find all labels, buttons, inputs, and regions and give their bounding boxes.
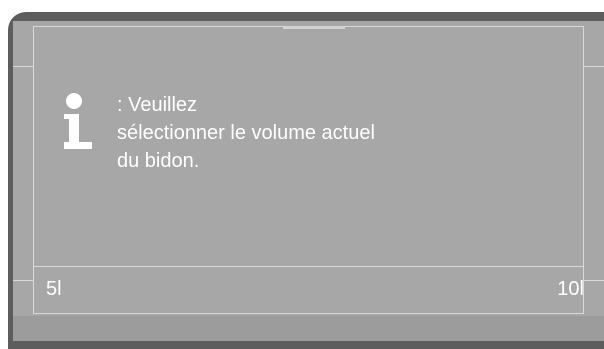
left-tick-lower — [13, 280, 33, 281]
right-tick-lower — [584, 280, 604, 281]
info-icon — [62, 92, 94, 152]
message-line-2: sélectionner le volume actuel — [117, 122, 375, 144]
message-line-1: : Veuillez — [117, 94, 198, 116]
footer-strip — [13, 316, 604, 341]
message-line-3: du bidon. — [117, 150, 200, 172]
left-guide-line — [33, 26, 34, 313]
message-text: : Veuillez sélectionner le volume actuel… — [117, 91, 537, 175]
bottom-guide-line — [33, 313, 584, 314]
slider-divider-line — [33, 266, 584, 267]
right-tick-upper — [584, 66, 604, 67]
scroll-indicator — [283, 26, 345, 29]
slider-min-label: 5l — [46, 278, 62, 300]
slider-max-label: 10l — [557, 278, 584, 300]
left-tick-upper — [13, 66, 33, 67]
right-guide-line — [583, 26, 584, 313]
display-screen — [13, 21, 604, 341]
